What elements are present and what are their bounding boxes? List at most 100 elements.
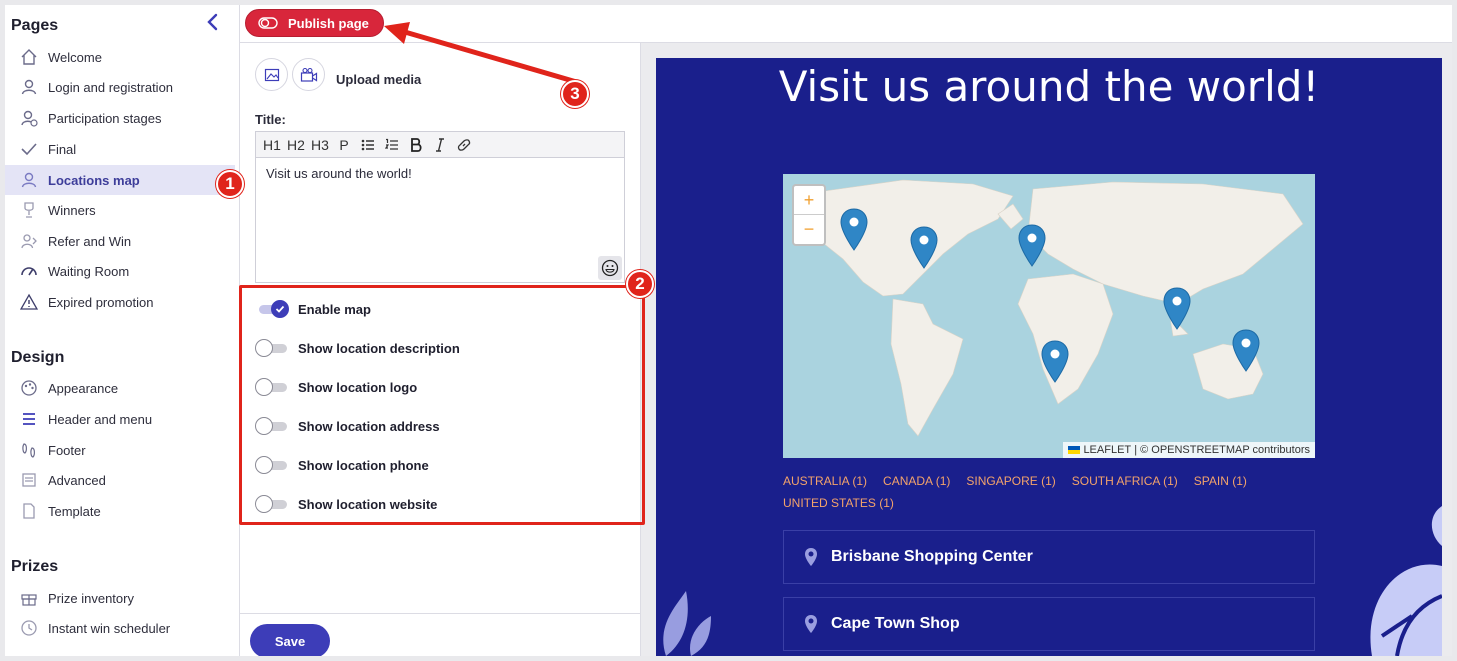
sidebar-item-label: Expired promotion (48, 294, 154, 310)
sidebar-item-participation[interactable]: Participation stages (5, 103, 235, 133)
user-icon (19, 77, 39, 97)
bold-button[interactable] (404, 135, 428, 155)
callout-number: 2 (626, 270, 654, 298)
sidebar-item-label: Template (48, 503, 101, 519)
map-pin-icon (804, 614, 818, 634)
section-title-prizes: Prizes (11, 558, 59, 575)
country-link[interactable]: UNITED STATES (1) (783, 496, 894, 510)
location-card[interactable]: Brisbane Shopping Center (783, 530, 1315, 584)
zoom-in-button[interactable]: + (794, 186, 824, 215)
country-link[interactable]: AUSTRALIA (1) (783, 474, 867, 488)
sidebar-item-template[interactable]: Template (5, 496, 235, 526)
sidebar-item-refer[interactable]: Refer and Win (5, 226, 235, 256)
osm-attribution[interactable]: | © OPENSTREETMAP contributors (1134, 444, 1310, 456)
sidebar-item-login[interactable]: Login and registration (5, 72, 235, 102)
sidebar-item-label: Prize inventory (48, 590, 134, 606)
country-link[interactable]: SOUTH AFRICA (1) (1072, 474, 1178, 488)
app-window: Pages Welcome Login and registration Par… (5, 5, 1452, 656)
publish-page-button[interactable]: Publish page (245, 9, 384, 37)
sidebar-item-instant-win[interactable]: Instant win scheduler (5, 613, 235, 643)
italic-icon (436, 137, 444, 152)
sidebar-item-prize-inventory[interactable]: Prize inventory (5, 583, 235, 613)
sidebar-item-footer[interactable]: Footer (5, 435, 235, 465)
map-attribution: LEAFLET | © OPENSTREETMAP contributors (1063, 442, 1315, 458)
sidebar-item-label: Winners (48, 202, 96, 218)
warning-icon (19, 292, 39, 312)
emoji-icon (601, 259, 619, 277)
numbered-list-button[interactable] (380, 135, 404, 155)
heading2-button[interactable]: H2 (284, 135, 308, 155)
country-link[interactable]: CANADA (1) (883, 474, 950, 488)
map-zoom-control: + − (792, 184, 826, 246)
locations-map[interactable]: + − LEAFLET | © OPENSTREETMAP contributo… (783, 174, 1315, 458)
editor-footer-divider (240, 613, 640, 614)
publish-page-label: Publish page (288, 15, 369, 31)
heading1-button[interactable]: H1 (260, 135, 284, 155)
italic-button[interactable] (428, 135, 452, 155)
publish-toggle-icon (258, 16, 278, 30)
upload-video-button[interactable] (292, 58, 325, 91)
sidebar-item-winners[interactable]: Winners (5, 195, 235, 225)
leaflet-link[interactable]: LEAFLET (1083, 444, 1131, 456)
link-button[interactable] (452, 135, 476, 155)
sidebar-item-welcome[interactable]: Welcome (5, 42, 235, 72)
refer-icon (19, 231, 39, 251)
sidebar-item-label: Instant win scheduler (48, 620, 171, 636)
country-link[interactable]: SINGAPORE (1) (966, 474, 1055, 488)
sidebar-item-expired[interactable]: Expired promotion (5, 287, 235, 317)
location-icon (19, 170, 39, 190)
sidebar-item-label: Footer (48, 442, 86, 458)
document-icon (19, 501, 39, 521)
palette-icon (19, 378, 39, 398)
location-name: Brisbane Shopping Center (831, 548, 1033, 565)
section-title-pages: Pages (11, 17, 59, 34)
sidebar-item-label: Waiting Room (48, 263, 130, 279)
sidebar-item-label: Welcome (48, 49, 102, 65)
paragraph-button[interactable]: P (332, 135, 356, 155)
image-icon (264, 68, 279, 81)
sidebar-item-label: Login and registration (48, 79, 174, 95)
emoji-button[interactable] (598, 256, 622, 280)
sidebar-item-advanced[interactable]: Advanced (5, 465, 235, 495)
heading3-button[interactable]: H3 (308, 135, 332, 155)
location-name: Cape Town Shop (831, 615, 960, 632)
title-field-label: Title: (255, 112, 286, 127)
country-link[interactable]: SPAIN (1) (1194, 474, 1247, 488)
sidebar-item-final[interactable]: Final (5, 134, 235, 164)
numbered-list-icon (385, 138, 398, 150)
menu-icon (19, 409, 39, 429)
save-button[interactable]: Save (250, 624, 330, 656)
map-pin-icon (804, 547, 818, 567)
sidebar-item-header-menu[interactable]: Header and menu (5, 404, 235, 434)
bullet-list-icon (361, 139, 374, 150)
map-marker-icon (840, 208, 868, 251)
location-card[interactable]: Cape Town Shop (783, 597, 1315, 651)
page-preview: Visit us around the world! + − LEAFLET |… (656, 58, 1442, 656)
map-marker-icon (1163, 287, 1191, 330)
ukraine-flag-icon (1068, 446, 1081, 454)
title-rich-text-editor[interactable]: H1 H2 H3 P Visit us around the world! (255, 131, 625, 283)
video-icon (300, 67, 317, 82)
options-highlight-box (239, 285, 645, 525)
sidebar-item-label: Header and menu (48, 411, 153, 427)
title-input-text[interactable]: Visit us around the world! (256, 158, 624, 189)
rte-toolbar: H1 H2 H3 P (256, 132, 624, 158)
sidebar-item-label: Locations map (48, 172, 140, 188)
footprint-icon (19, 440, 39, 460)
sidebar-item-appearance[interactable]: Appearance (5, 373, 235, 403)
upload-image-button[interactable] (255, 58, 288, 91)
callout-number: 3 (561, 80, 589, 108)
sidebar-item-label: Advanced (48, 472, 106, 488)
gift-icon (19, 588, 39, 608)
collapse-sidebar-button[interactable] (201, 11, 223, 33)
zoom-out-button[interactable]: − (794, 215, 824, 244)
bullet-list-button[interactable] (356, 135, 380, 155)
check-icon (19, 139, 39, 159)
home-icon (19, 47, 39, 67)
gauge-icon (19, 261, 39, 281)
trophy-icon (19, 200, 39, 220)
map-marker-icon (1041, 340, 1069, 383)
sidebar-item-label: Appearance (48, 380, 119, 396)
sidebar-item-waiting-room[interactable]: Waiting Room (5, 256, 235, 286)
sidebar-item-locations-map[interactable]: Locations map (5, 165, 235, 195)
